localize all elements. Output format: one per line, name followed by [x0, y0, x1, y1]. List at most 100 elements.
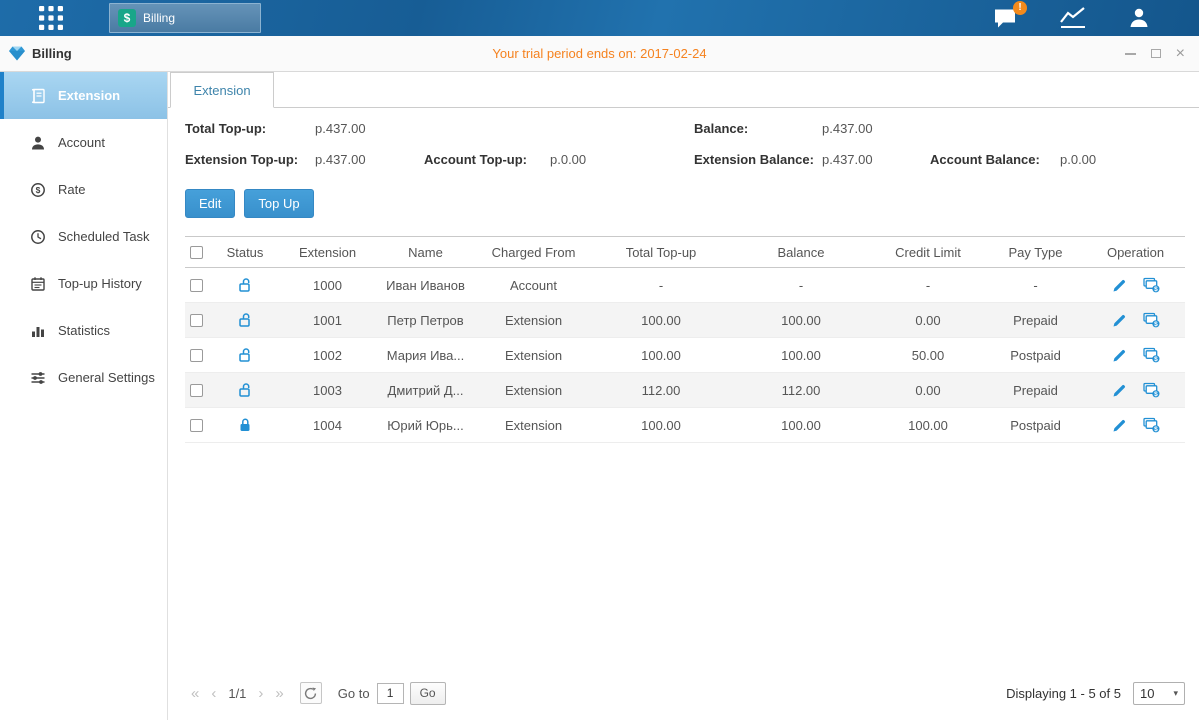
window-title: Billing: [32, 46, 72, 61]
statistics-icon: [30, 323, 46, 339]
row-checkbox[interactable]: [190, 314, 203, 327]
chevron-down-icon: ▾: [1173, 688, 1178, 699]
trial-notice: Your trial period ends on: 2017-02-24: [492, 46, 706, 61]
extension-icon: [30, 88, 46, 104]
sidebar-item-scheduled-task[interactable]: Scheduled Task: [0, 213, 167, 260]
unlocked-status-icon: [237, 347, 253, 363]
credit-limit-cell: 0.00: [871, 373, 985, 408]
edit-icon[interactable]: [1112, 418, 1127, 433]
edit-icon[interactable]: [1112, 348, 1127, 363]
row-checkbox[interactable]: [190, 279, 203, 292]
column-header: Operation: [1086, 237, 1185, 268]
balance-cell: 100.00: [731, 303, 871, 338]
sidebar-item-general-settings[interactable]: General Settings: [0, 354, 167, 401]
sidebar-item-extension[interactable]: Extension: [0, 72, 167, 119]
extension-cell: 1004: [280, 408, 375, 443]
sidebar-item-label: General Settings: [58, 370, 155, 385]
total-topup-cell: 100.00: [591, 408, 731, 443]
first-page-button[interactable]: «: [185, 685, 205, 702]
topbar: $ Billing !: [0, 0, 1199, 36]
column-header: Pay Type: [985, 237, 1086, 268]
credit-limit-cell: 100.00: [871, 408, 985, 443]
column-header: Credit Limit: [871, 237, 985, 268]
column-header: Balance: [731, 237, 871, 268]
svg-text:$: $: [1154, 426, 1158, 433]
sidebar-item-rate[interactable]: $Rate: [0, 166, 167, 213]
messages-icon[interactable]: !: [993, 7, 1019, 30]
extension-topup-label: Extension Top-up:: [185, 152, 315, 167]
pagination-bar: « ‹ 1/1 › » Go to Go Displa: [185, 674, 1185, 712]
top-up-button[interactable]: Top Up: [244, 189, 313, 218]
window-controls: ×: [1125, 46, 1185, 62]
user-account-icon[interactable]: [1127, 6, 1151, 30]
extension-cell: 1002: [280, 338, 375, 373]
resource-monitor-icon[interactable]: [1059, 6, 1087, 30]
sidebar: ExtensionAccount$RateScheduled Task Top-u…: [0, 72, 168, 720]
unlocked-status-icon: [237, 277, 253, 293]
goto-page-input[interactable]: [377, 683, 404, 704]
go-button[interactable]: Go: [410, 682, 446, 705]
page-size-select[interactable]: 10 ▾: [1133, 682, 1185, 705]
svg-text:$: $: [36, 185, 41, 195]
close-button[interactable]: ×: [1176, 46, 1185, 62]
sidebar-item-top-up-history[interactable]: Top-up History: [0, 260, 167, 307]
table-row: 1001Петр ПетровExtension100.00100.000.00…: [185, 303, 1185, 338]
charged-from-cell: Extension: [476, 373, 591, 408]
content: Total Top-up: p.437.00 Balance: p.437.00…: [168, 108, 1199, 720]
column-header: Total Top-up: [591, 237, 731, 268]
column-header: Name: [375, 237, 476, 268]
next-page-button[interactable]: ›: [252, 685, 269, 702]
balance-value: p.437.00: [822, 121, 930, 136]
edit-icon[interactable]: [1112, 313, 1127, 328]
sidebar-item-account[interactable]: Account: [0, 119, 167, 166]
account-balance-value: p.0.00: [1060, 152, 1185, 167]
table-row: 1004Юрий Юрь...Extension100.00100.00100.…: [185, 408, 1185, 443]
last-page-button[interactable]: »: [269, 685, 289, 702]
main-panel: Extension Total Top-up: p.437.00 Balance…: [168, 72, 1199, 720]
select-all-checkbox[interactable]: [190, 246, 203, 259]
action-buttons: Edit Top Up: [185, 189, 1185, 218]
extension-cell: 1003: [280, 373, 375, 408]
extension-cell: 1000: [280, 268, 375, 303]
maximize-button[interactable]: [1151, 49, 1161, 58]
sidebar-item-statistics[interactable]: Statistics: [0, 307, 167, 354]
topup-icon[interactable]: $: [1143, 277, 1160, 293]
row-checkbox[interactable]: [190, 419, 203, 432]
balance-cell: 112.00: [731, 373, 871, 408]
topup-icon[interactable]: $: [1143, 417, 1160, 433]
column-header: Extension: [280, 237, 375, 268]
column-header: Charged From: [476, 237, 591, 268]
displaying-text: Displaying 1 - 5 of 5: [1006, 686, 1121, 701]
tab-extension[interactable]: Extension: [170, 72, 274, 108]
refresh-icon: [304, 687, 317, 700]
extension-table: StatusExtensionNameCharged FromTotal Top…: [185, 236, 1185, 443]
pay-type-cell: Postpaid: [985, 408, 1086, 443]
billing-app-tab[interactable]: $ Billing: [109, 3, 261, 33]
total-topup-cell: 112.00: [591, 373, 731, 408]
prev-page-button[interactable]: ‹: [205, 685, 222, 702]
row-checkbox[interactable]: [190, 349, 203, 362]
sidebar-item-label: Top-up History: [58, 276, 142, 291]
topup-icon[interactable]: $: [1143, 347, 1160, 363]
apps-grid-icon[interactable]: [38, 6, 64, 30]
refresh-button[interactable]: [300, 682, 322, 704]
row-checkbox[interactable]: [190, 384, 203, 397]
locked-status-icon: [237, 417, 253, 433]
account-topup-value: p.0.00: [550, 152, 694, 167]
svg-text:$: $: [1154, 321, 1158, 328]
billing-app-window: $ Billing !: [0, 0, 1199, 720]
credit-limit-cell: -: [871, 268, 985, 303]
topup-icon[interactable]: $: [1143, 312, 1160, 328]
edit-button[interactable]: Edit: [185, 189, 235, 218]
page-indicator: 1/1: [228, 686, 246, 701]
goto-label: Go to: [338, 686, 370, 701]
table-row: 1000Иван ИвановAccount----$: [185, 268, 1185, 303]
edit-icon[interactable]: [1112, 278, 1127, 293]
billing-summary: Total Top-up: p.437.00 Balance: p.437.00…: [185, 121, 1185, 167]
pagination-right: Displaying 1 - 5 of 5 10 ▾: [1006, 682, 1185, 705]
topup-icon[interactable]: $: [1143, 382, 1160, 398]
pay-type-cell: Prepaid: [985, 303, 1086, 338]
minimize-button[interactable]: [1125, 53, 1136, 55]
edit-icon[interactable]: [1112, 383, 1127, 398]
name-cell: Иван Иванов: [375, 268, 476, 303]
